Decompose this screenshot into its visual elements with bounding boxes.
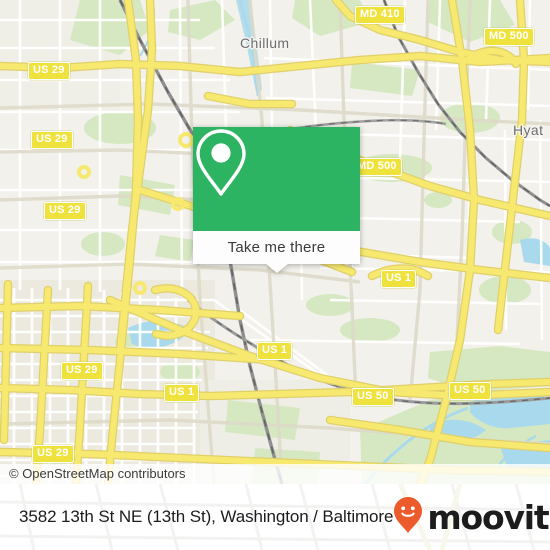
- location-info-card[interactable]: Take me there: [193, 127, 360, 273]
- highway-shield-us-1-mid: US 1: [257, 342, 293, 360]
- bottom-info-bar: 3582 13th St NE (13th St), Washington / …: [0, 484, 550, 550]
- take-me-there-button[interactable]: Take me there: [193, 231, 360, 264]
- highway-shield-us-29-w1: US 29: [31, 131, 73, 149]
- highway-shield-us-50-w: US 50: [352, 388, 394, 406]
- take-me-there-label: Take me there: [227, 239, 326, 256]
- info-card-header: [193, 127, 360, 231]
- moovit-smiley-pin-icon: [393, 496, 423, 539]
- address-label: 3582 13th St NE (13th St), Washington / …: [19, 507, 394, 526]
- highway-shield-us-1-e: US 1: [381, 270, 417, 288]
- moovit-wordmark: moovit: [427, 497, 549, 537]
- highway-shield-us-29-sw2: US 29: [32, 445, 74, 463]
- highway-shield-us-1-sw: US 1: [164, 384, 200, 402]
- highway-shield-us-29-sw1: US 29: [61, 362, 103, 380]
- moovit-map-screenshot: Chillum Hyat MD 410 MD 500 US 29 US 29 M…: [0, 0, 550, 550]
- highway-shield-us-29-nw: US 29: [28, 62, 70, 80]
- map-canvas[interactable]: Chillum Hyat MD 410 MD 500 US 29 US 29 M…: [0, 0, 550, 484]
- info-card-pointer-tail: [265, 264, 288, 273]
- moovit-logo[interactable]: moovit: [393, 496, 550, 539]
- highway-shield-us-29-w2: US 29: [44, 202, 86, 220]
- highway-shield-md-500-ne: MD 500: [484, 28, 534, 46]
- highway-shield-us-50-e: US 50: [449, 382, 491, 400]
- highway-shield-md-410: MD 410: [355, 6, 405, 24]
- map-attribution[interactable]: © OpenStreetMap contributors: [0, 464, 550, 484]
